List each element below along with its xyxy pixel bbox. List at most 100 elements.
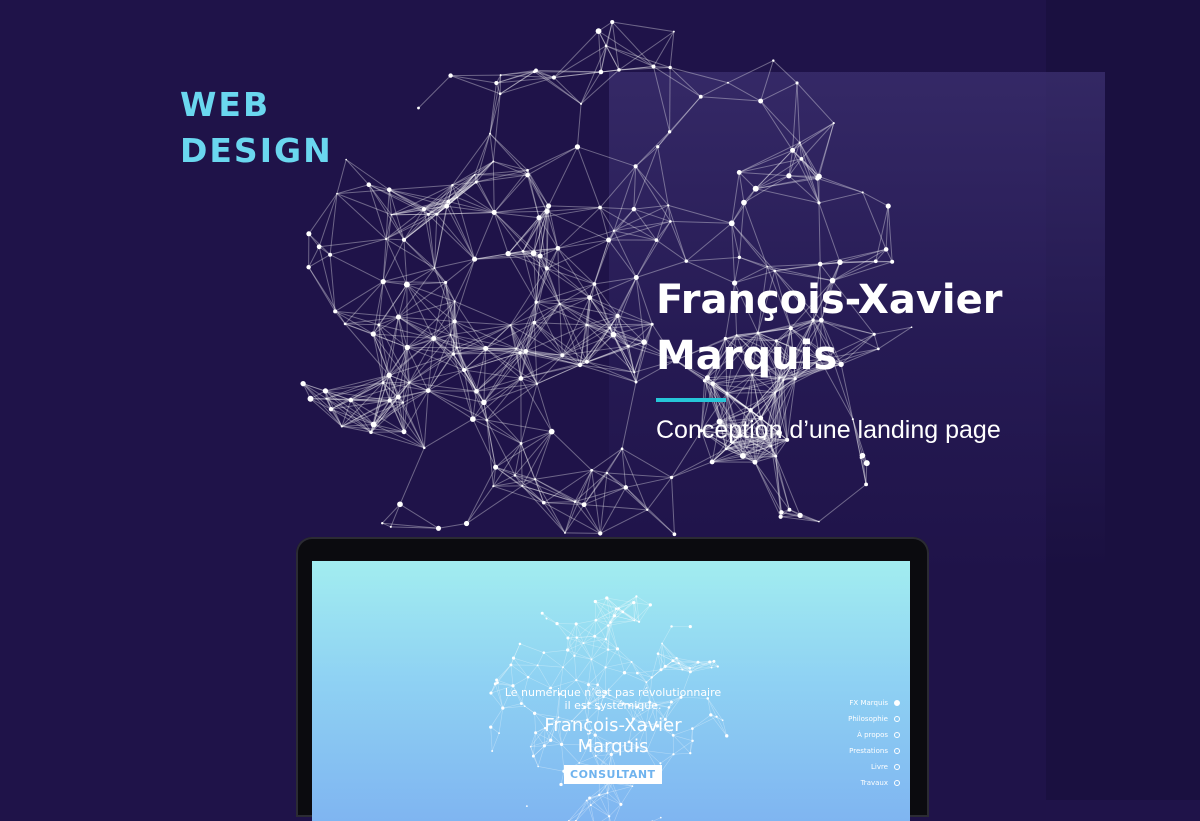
network-node (606, 792, 608, 794)
mockup-title: François-Xavier Marquis (488, 715, 738, 757)
network-node (797, 513, 802, 518)
network-node (753, 186, 759, 192)
network-node (558, 303, 560, 305)
network-node (397, 501, 403, 507)
network-node (500, 74, 502, 76)
network-node (609, 621, 612, 624)
network-link (609, 804, 621, 816)
network-node (864, 482, 868, 486)
network-link (563, 667, 576, 680)
nav-dot-icon (894, 700, 900, 706)
nav-item-label: Prestations (849, 747, 888, 755)
network-link (447, 206, 475, 259)
network-node (575, 679, 577, 681)
network-node (611, 332, 617, 338)
network-link (569, 805, 591, 821)
network-link (658, 147, 669, 206)
network-link (619, 32, 674, 70)
network-node (494, 81, 498, 85)
network-node (408, 381, 410, 383)
network-link (521, 443, 522, 485)
network-node (635, 595, 637, 597)
mockup-consultant-badge[interactable]: CONSULTANT (564, 765, 662, 784)
network-node (860, 453, 866, 459)
network-link (557, 624, 568, 638)
network-node (518, 351, 521, 354)
laptop-screen: Le numérique n’est pas révolutionnaire i… (312, 561, 910, 821)
nav-item-label: Livre (871, 763, 888, 771)
nav-item-a-propos[interactable]: À propos (790, 727, 900, 743)
network-node (536, 215, 541, 220)
network-node (633, 371, 635, 373)
network-link (455, 259, 475, 301)
nav-dot-icon (894, 780, 900, 786)
network-node (673, 31, 675, 33)
network-node (862, 191, 864, 193)
network-node (317, 244, 322, 249)
nav-item-livre[interactable]: Livre (790, 759, 900, 775)
network-link (484, 378, 521, 402)
network-node (606, 238, 611, 243)
mockup-title-line-1: François-Xavier (488, 715, 738, 736)
network-node (613, 614, 616, 617)
network-node (874, 259, 878, 263)
network-node (537, 766, 539, 768)
network-link (473, 419, 496, 467)
network-node (770, 445, 772, 447)
network-node (396, 315, 401, 320)
network-node (336, 193, 338, 195)
network-node (587, 295, 592, 300)
nav-item-fx-marquis[interactable]: FX Marquis (790, 695, 900, 711)
network-link (728, 61, 773, 83)
network-node (774, 455, 777, 458)
network-node (489, 133, 491, 135)
network-link (576, 798, 590, 821)
network-link (467, 486, 494, 523)
network-link (594, 278, 636, 285)
network-node (668, 66, 671, 69)
network-node (605, 596, 608, 599)
network-link (467, 467, 496, 523)
network-node (634, 275, 639, 280)
network-node (493, 465, 498, 470)
network-node (524, 349, 529, 354)
mockup-tagline-line-2: il est systémique. (488, 699, 738, 712)
network-node (499, 92, 502, 95)
network-link (609, 240, 637, 278)
network-node (779, 510, 784, 515)
nav-item-label: Travaux (861, 779, 888, 787)
network-node (752, 460, 757, 465)
nav-item-philosophie[interactable]: Philosophie (790, 711, 900, 727)
network-link (670, 221, 731, 223)
network-node (522, 250, 525, 253)
network-link (761, 61, 774, 101)
nav-item-travaux[interactable]: Travaux (790, 775, 900, 791)
network-node (564, 532, 566, 534)
network-node (452, 352, 455, 355)
network-link (389, 354, 453, 375)
network-node (578, 363, 582, 367)
network-node (456, 347, 458, 349)
network-node (711, 667, 713, 669)
nav-item-prestations[interactable]: Prestations (790, 743, 900, 759)
network-link (876, 206, 888, 261)
network-node (816, 174, 822, 180)
network-link (515, 475, 544, 502)
network-node (599, 70, 604, 75)
network-link (610, 622, 617, 648)
network-link (508, 206, 548, 254)
network-link (552, 432, 592, 471)
network-link (600, 473, 607, 533)
network-link (660, 754, 673, 773)
network-link (400, 448, 424, 504)
network-node (532, 321, 536, 325)
network-node (729, 220, 735, 226)
network-node (617, 607, 620, 610)
network-link (418, 76, 450, 108)
network-link (606, 46, 653, 67)
network-node (510, 324, 512, 326)
network-node (758, 99, 763, 104)
network-node (390, 214, 392, 216)
network-link (596, 620, 606, 639)
network-node (475, 180, 478, 183)
